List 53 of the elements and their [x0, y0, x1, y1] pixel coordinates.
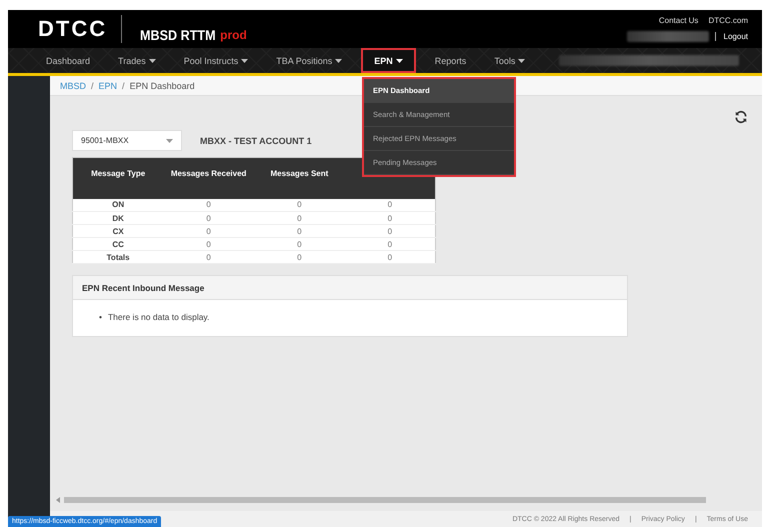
table-cell: 0	[344, 224, 436, 238]
column-header: Messages Received	[163, 158, 254, 198]
column-header: Messages Sent	[254, 158, 345, 198]
empty-message: There is no data to display.	[108, 312, 210, 322]
table-cell: Totals	[72, 250, 164, 264]
table-cell: 0	[254, 212, 345, 224]
nav-item[interactable]: Reports	[426, 48, 476, 73]
caret-icon	[166, 138, 173, 142]
header-link[interactable]: Contact Us	[658, 16, 698, 25]
table-cell: CX	[72, 224, 164, 238]
column-header: Message Type	[72, 158, 164, 198]
logo: DTCC	[38, 15, 122, 43]
table-cell: 0	[254, 250, 345, 264]
table-cell: 0	[163, 224, 254, 238]
table-cell: 0	[163, 212, 254, 224]
table-cell: 0	[344, 238, 436, 250]
caret-icon	[518, 58, 526, 62]
panel-title: EPN Recent Inbound Message	[73, 276, 627, 300]
table-cell: CC	[72, 238, 164, 250]
table-cell: ON	[72, 198, 164, 212]
breadcrumb-separator: /	[122, 80, 125, 90]
nav-item[interactable]: TBA Positions	[267, 48, 352, 73]
table-cell: 0	[163, 250, 254, 264]
nav-item[interactable]: EPN	[361, 48, 416, 73]
caret-icon	[335, 58, 342, 62]
table-cell: 0	[344, 212, 436, 224]
header-link[interactable]: DTCC.com	[708, 16, 748, 25]
scroll-left-icon[interactable]	[56, 497, 60, 503]
environment-label: prod	[220, 28, 247, 42]
caret-icon	[396, 58, 403, 62]
logout-link[interactable]: Logout	[714, 32, 748, 41]
scrollbar-thumb[interactable]	[64, 497, 706, 503]
table-cell: 0	[163, 198, 254, 212]
caret-icon	[241, 58, 248, 62]
table-cell: 0	[163, 238, 254, 250]
table-cell: DK	[72, 212, 164, 224]
nav-item[interactable]: Tools	[485, 48, 534, 73]
table-cell: 0	[344, 250, 436, 264]
table-cell: 0	[254, 238, 345, 250]
breadcrumb-current: EPN Dashboard	[130, 80, 195, 90]
nav-item[interactable]: Dashboard	[37, 48, 100, 73]
table-cell: 0	[344, 198, 436, 212]
table-cell: 0	[254, 224, 345, 238]
refresh-icon[interactable]	[734, 110, 748, 124]
breadcrumb-separator: /	[91, 80, 94, 90]
account-select[interactable]: 95001-MBXX	[72, 130, 182, 151]
app-title: MBSD RTTM	[140, 27, 216, 43]
account-name: MBXX - TEST ACCOUNT 1	[200, 136, 312, 146]
caret-icon	[148, 58, 156, 62]
table-cell: 0	[254, 198, 345, 212]
bullet: •	[99, 312, 102, 322]
nav-item[interactable]: Trades	[109, 48, 165, 73]
nav-item[interactable]: Pool Instructs	[174, 48, 258, 73]
